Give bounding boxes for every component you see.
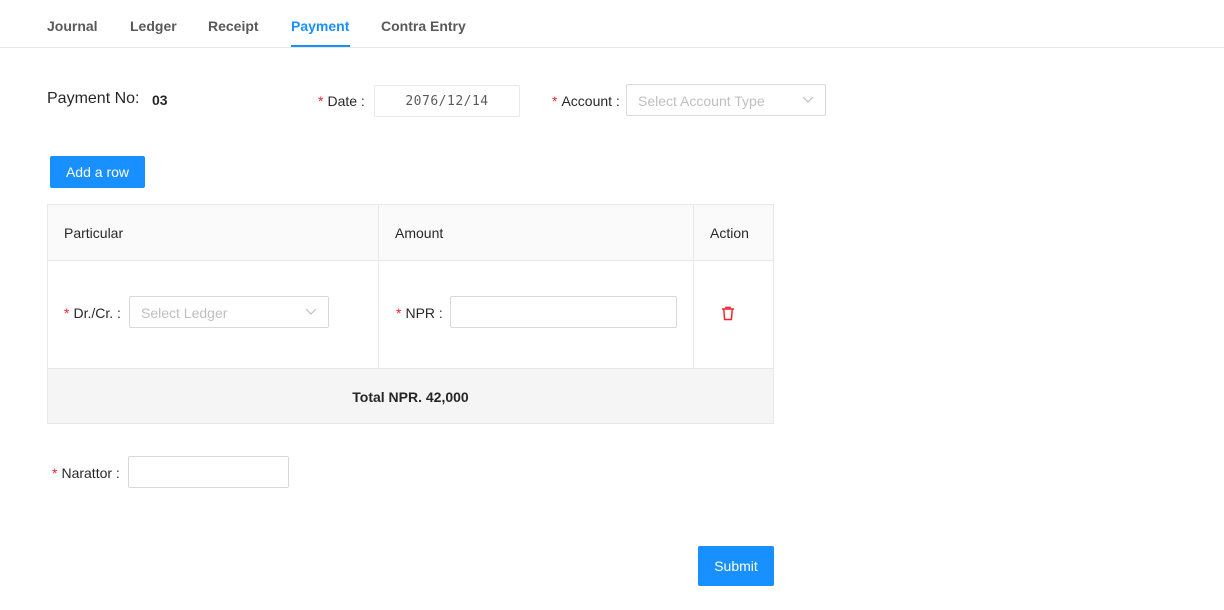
ledger-placeholder: Select Ledger <box>141 305 228 321</box>
column-header-amount: Amount <box>395 225 444 241</box>
account-label-text: Account <box>561 93 613 109</box>
npr-amount-input[interactable] <box>450 296 677 328</box>
tab-payment[interactable]: Payment <box>291 17 349 35</box>
table-header: Particular Amount Action <box>48 205 773 261</box>
drcr-label: * Dr./Cr. : <box>64 305 121 321</box>
npr-label: * NPR : <box>396 305 443 321</box>
payment-no-label: Payment No: <box>47 90 140 107</box>
tab-receipt[interactable]: Receipt <box>208 17 259 35</box>
required-marker: * <box>396 305 402 321</box>
delete-icon[interactable] <box>721 306 735 321</box>
required-marker: * <box>52 465 58 481</box>
date-field[interactable]: 2076/12/14 <box>374 85 520 117</box>
column-divider <box>378 205 379 368</box>
add-row-button[interactable]: Add a row <box>50 156 145 188</box>
account-label: * Account : <box>552 93 620 109</box>
tab-contra-entry[interactable]: Contra Entry <box>381 17 466 35</box>
chevron-down-icon <box>305 308 317 315</box>
table-footer: Total NPR. 42,000 <box>48 368 773 423</box>
narrator-label: * Narattor : <box>52 465 120 481</box>
entries-table: Particular Amount Action * Dr./Cr. : Sele… <box>47 204 774 424</box>
tab-journal[interactable]: Journal <box>47 17 98 35</box>
date-label-text: Date <box>327 93 358 109</box>
tab-bar: Journal Ledger Receipt Payment Contra En… <box>0 0 1224 48</box>
required-marker: * <box>64 305 70 321</box>
required-marker: * <box>318 93 324 109</box>
column-divider <box>693 205 694 368</box>
chevron-down-icon <box>802 96 814 103</box>
npr-label-text: NPR <box>405 305 436 321</box>
column-header-particular: Particular <box>64 225 124 241</box>
submit-button[interactable]: Submit <box>698 546 774 586</box>
narrator-label-text: Narattor <box>61 465 113 481</box>
tab-ledger[interactable]: Ledger <box>130 17 177 35</box>
column-header-action: Action <box>710 225 749 241</box>
required-marker: * <box>552 93 558 109</box>
total-amount: Total NPR. 42,000 <box>352 389 469 405</box>
drcr-label-text: Dr./Cr. <box>73 305 114 321</box>
active-tab-indicator <box>291 45 350 47</box>
date-label: * Date : <box>318 93 365 109</box>
payment-no-value: 03 <box>152 92 168 108</box>
narrator-input[interactable] <box>128 456 289 488</box>
account-select[interactable]: Select Account Type <box>626 84 826 116</box>
account-placeholder: Select Account Type <box>638 93 765 109</box>
ledger-select[interactable]: Select Ledger <box>129 296 329 328</box>
